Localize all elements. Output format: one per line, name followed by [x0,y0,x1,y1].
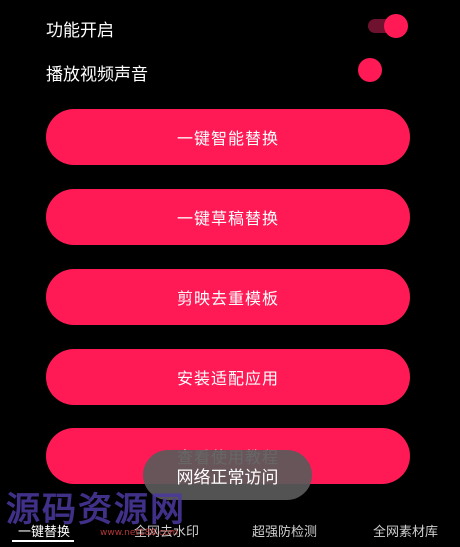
tab-one-click-replace[interactable]: 一键替换 [18,521,70,540]
jianying-dedup-template-button[interactable]: 剪映去重模板 [46,269,410,325]
feature-enabled-label: 功能开启 [46,21,114,41]
tab-anti-detection[interactable]: 超强防检测 [252,521,317,540]
toggle-knob [358,58,382,82]
draft-replace-button[interactable]: 一键草稿替换 [46,189,410,245]
tab-material-library[interactable]: 全网素材库 [373,521,438,540]
play-video-sound-toggle[interactable] [358,58,398,82]
feature-enabled-toggle[interactable] [368,14,408,38]
toggle-knob [384,14,408,38]
install-adapted-app-button[interactable]: 安装适配应用 [46,349,410,405]
play-video-sound-label: 播放视频声音 [46,65,148,85]
tab-remove-watermark[interactable]: 全网去水印 [134,521,199,540]
setting-row-feature-enabled: 功能开启 [0,8,460,48]
smart-replace-button[interactable]: 一键智能替换 [46,109,410,165]
active-tab-indicator [12,540,74,542]
network-status-toast: 网络正常访问 [143,450,312,500]
setting-row-play-video-sound: 播放视频声音 [0,52,460,92]
bottom-tab-bar: 一键替换 全网去水印 超强防检测 全网素材库 [0,512,460,547]
